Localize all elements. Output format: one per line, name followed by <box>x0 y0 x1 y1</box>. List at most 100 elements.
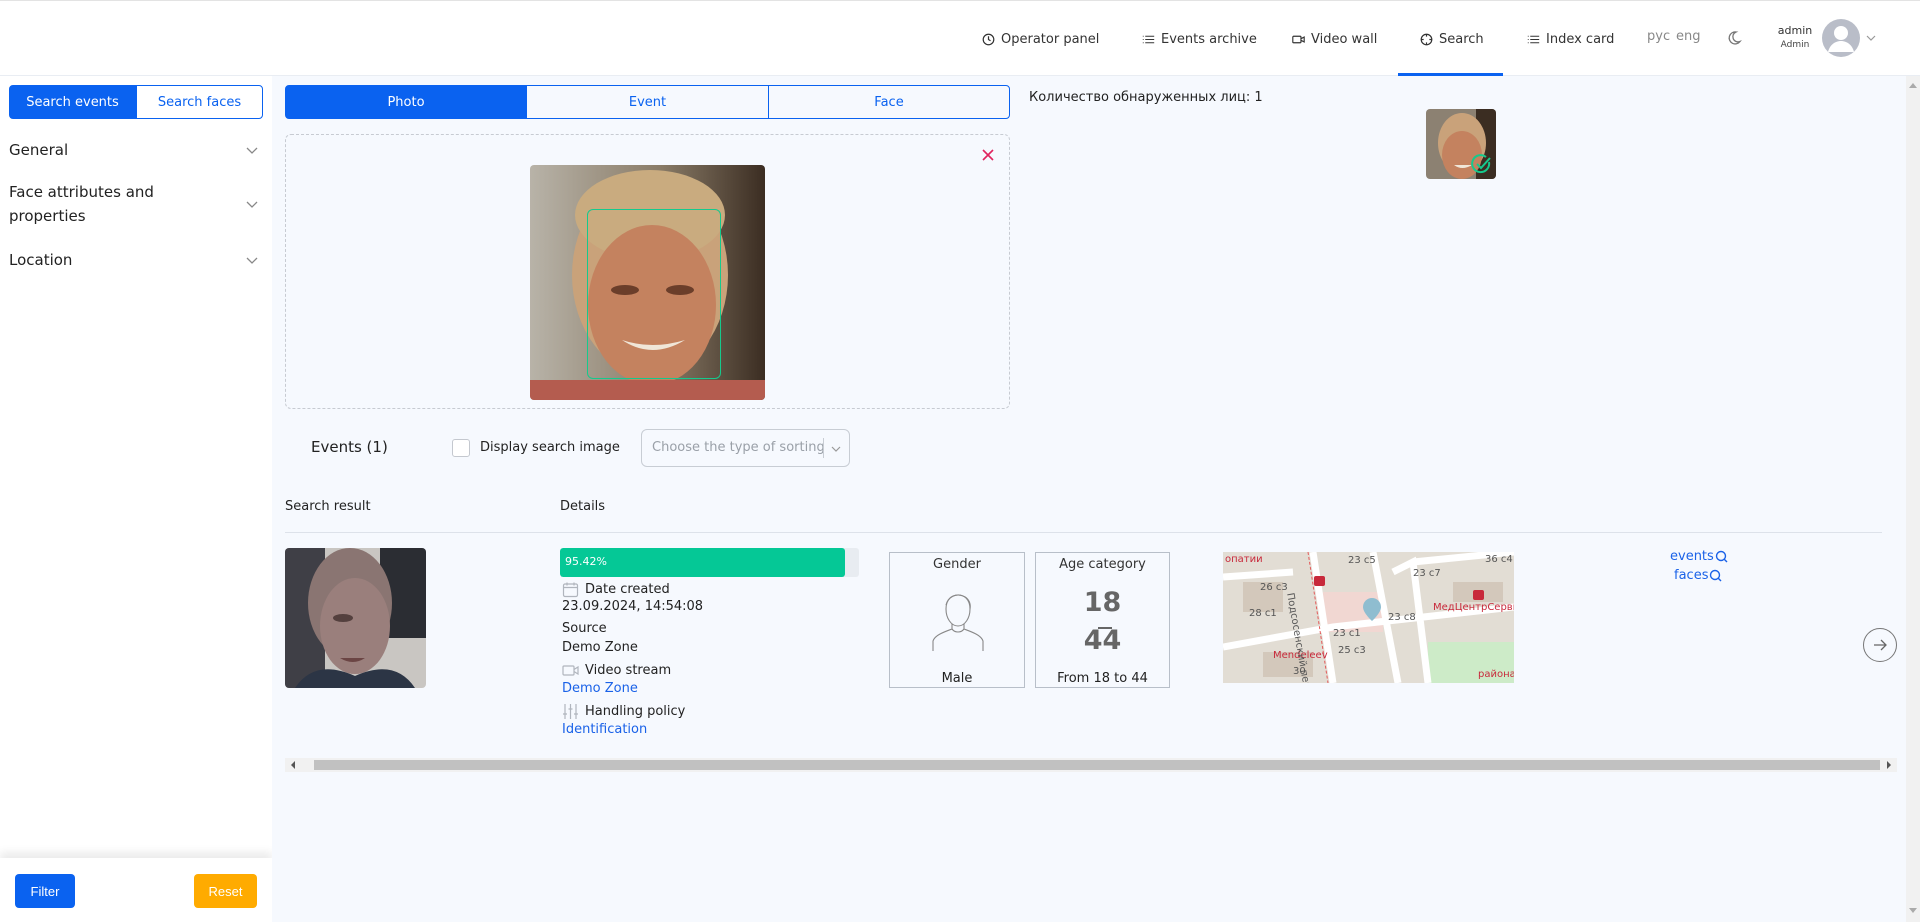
calendar-icon <box>562 582 579 598</box>
search-faces-button[interactable]: Search faces <box>136 85 263 119</box>
user-name: admin <box>1777 24 1813 37</box>
select-separator <box>823 438 824 458</box>
handling-policy-link[interactable]: Identification <box>562 722 647 737</box>
lang-en[interactable]: eng <box>1676 29 1701 44</box>
search-photo <box>530 165 765 400</box>
events-count-label: Events (1) <box>311 438 388 456</box>
tab-event[interactable]: Event <box>526 85 769 119</box>
lang-ru[interactable]: рус <box>1647 29 1670 44</box>
nav-operator-panel[interactable]: Operator panel <box>982 27 1099 51</box>
tab-face[interactable]: Face <box>768 85 1010 119</box>
similarity-score: 95.42% <box>565 555 607 568</box>
section-general-label: General <box>9 141 69 159</box>
map-label: района <box>1478 669 1514 680</box>
close-icon[interactable] <box>981 148 995 162</box>
sliders-icon <box>563 704 578 719</box>
sort-type-select[interactable]: Choose the type of sorting <box>641 429 850 467</box>
date-created-value: 23.09.2024, 14:54:08 <box>562 599 704 614</box>
nav-index-card[interactable]: Index card <box>1527 27 1614 51</box>
map-label: МедЦентрСервис <box>1433 602 1514 613</box>
avatar[interactable] <box>1822 19 1860 57</box>
date-created-label: Date created <box>562 581 670 598</box>
tab-photo[interactable]: Photo <box>285 85 527 119</box>
nav-index-card-label: Index card <box>1546 31 1615 47</box>
video-stream-link[interactable]: Demo Zone <box>562 681 638 696</box>
map-label: 23 с8 <box>1388 612 1416 623</box>
search-faces-link-label: faces <box>1674 568 1709 583</box>
section-location[interactable]: Location <box>9 248 261 272</box>
handling-policy-text: Handling policy <box>585 704 686 719</box>
column-header-search-result: Search result <box>285 499 371 514</box>
moon-icon[interactable] <box>1726 30 1742 46</box>
age-category-card: Age category 18 44 From 18 to 44 <box>1035 552 1170 688</box>
search-events-link-label: events <box>1670 549 1714 564</box>
nav-operator-panel-label: Operator panel <box>1001 31 1100 47</box>
detected-faces-count: Количество обнаруженных лиц: 1 <box>1029 90 1263 105</box>
age-category-value: From 18 to 44 <box>1057 671 1148 686</box>
reset-button[interactable]: Reset <box>194 874 257 908</box>
scroll-up-icon[interactable] <box>1909 82 1917 88</box>
video-camera-icon <box>562 665 579 676</box>
video-stream-label: Video stream <box>562 662 671 679</box>
section-location-label: Location <box>9 251 73 269</box>
clock-icon <box>982 33 995 45</box>
list-icon <box>1142 35 1155 43</box>
map-label: 23 с7 <box>1413 568 1441 579</box>
arrow-right-icon <box>1874 639 1887 651</box>
chevron-down-icon <box>246 147 258 154</box>
check-circle-icon <box>1471 154 1491 174</box>
sort-type-placeholder: Choose the type of sorting <box>652 440 825 455</box>
source-value: Demo Zone <box>562 640 638 655</box>
search-faces-link[interactable]: faces <box>1674 568 1722 583</box>
date-created-text: Date created <box>585 582 670 597</box>
age-to: 44 <box>1083 625 1122 656</box>
location-map[interactable]: опатии 23 с5 23 с7 36 с4 26 с3 28 с1 23 … <box>1223 552 1514 683</box>
horizontal-scrollbar[interactable] <box>285 758 1897 772</box>
horizontal-scrollbar-thumb[interactable] <box>314 760 1880 770</box>
list-icon <box>1527 35 1540 43</box>
chevron-down-icon <box>246 257 258 264</box>
search-events-link[interactable]: events <box>1670 549 1728 564</box>
nav-search[interactable]: Search <box>1420 27 1484 51</box>
face-detection-box <box>587 209 721 379</box>
age-category-title: Age category <box>1059 557 1146 572</box>
map-label: 25 с3 <box>1338 645 1366 656</box>
filter-button[interactable]: Filter <box>15 874 75 908</box>
nav-events-archive[interactable]: Events archive <box>1142 27 1257 51</box>
map-label: 36 с4 <box>1485 554 1513 565</box>
map-label: 23 с1 <box>1333 628 1361 639</box>
nav-video-wall[interactable]: Video wall <box>1292 27 1377 51</box>
result-face-thumbnail[interactable] <box>285 548 426 688</box>
filter-sidebar: Search events Search faces General Face … <box>0 76 272 922</box>
nav-video-wall-label: Video wall <box>1311 31 1378 47</box>
scroll-down-icon[interactable] <box>1909 908 1917 914</box>
gender-value: Male <box>941 671 973 686</box>
map-label: опатии <box>1225 554 1263 565</box>
age-from: 18 <box>1083 587 1122 618</box>
search-events-button[interactable]: Search events <box>9 85 136 119</box>
scroll-right-icon[interactable] <box>1885 761 1893 769</box>
search-icon <box>1715 550 1728 563</box>
chevron-down-icon[interactable] <box>1866 33 1876 43</box>
section-face-attributes[interactable]: Face attributes and properties <box>9 180 261 228</box>
user-role: Admin <box>1780 40 1810 50</box>
vertical-scrollbar[interactable] <box>1906 76 1920 922</box>
male-person-icon <box>932 594 984 651</box>
next-result-button[interactable] <box>1863 628 1897 662</box>
source-label: Source <box>562 621 607 636</box>
map-label: 26 с3 <box>1260 582 1288 593</box>
gender-card: Gender Male <box>889 552 1025 688</box>
top-header: Operator panel Events archive Video wall… <box>0 0 1920 76</box>
search-icon <box>1710 569 1722 582</box>
column-header-details: Details <box>560 499 606 514</box>
display-search-image-label[interactable]: Display search image <box>480 440 620 455</box>
table-divider <box>285 532 1882 533</box>
crosshair-icon <box>1420 33 1433 45</box>
user-avatar-icon <box>1828 26 1854 52</box>
section-general[interactable]: General <box>9 138 261 162</box>
section-face-attributes-label: Face attributes and properties <box>9 183 154 225</box>
display-search-image-checkbox[interactable] <box>452 439 470 457</box>
scroll-left-icon[interactable] <box>289 761 297 769</box>
map-label: 28 с1 <box>1249 608 1277 619</box>
detected-face-thumbnail[interactable] <box>1426 109 1496 179</box>
